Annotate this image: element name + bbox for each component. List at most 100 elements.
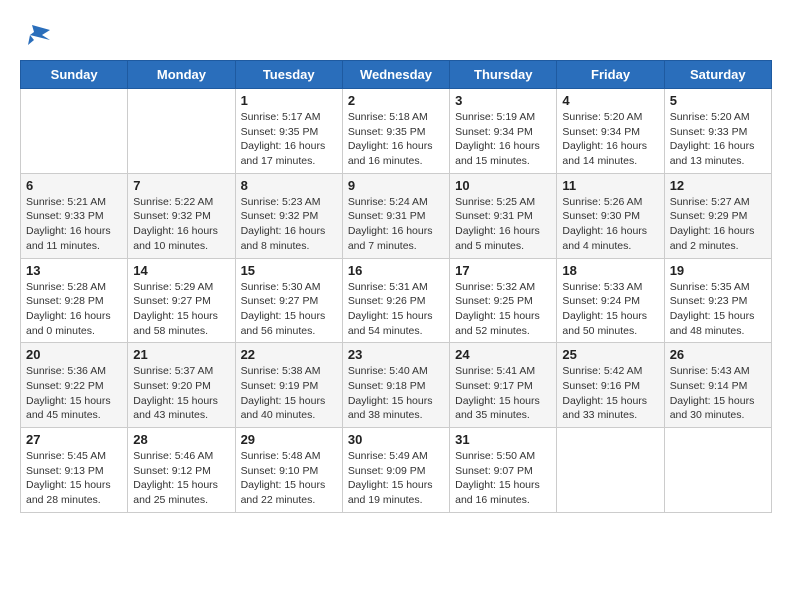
header-day-monday: Monday bbox=[128, 61, 235, 89]
day-number: 14 bbox=[133, 263, 229, 278]
day-info: Sunrise: 5:24 AM Sunset: 9:31 PM Dayligh… bbox=[348, 195, 444, 254]
day-number: 15 bbox=[241, 263, 337, 278]
day-info: Sunrise: 5:22 AM Sunset: 9:32 PM Dayligh… bbox=[133, 195, 229, 254]
calendar-cell: 15 Sunrise: 5:30 AM Sunset: 9:27 PM Dayli… bbox=[235, 258, 342, 343]
day-number: 1 bbox=[241, 93, 337, 108]
day-info: Sunrise: 5:33 AM Sunset: 9:24 PM Dayligh… bbox=[562, 280, 658, 339]
header bbox=[20, 20, 772, 50]
day-number: 30 bbox=[348, 432, 444, 447]
day-info: Sunrise: 5:17 AM Sunset: 9:35 PM Dayligh… bbox=[241, 110, 337, 169]
day-number: 17 bbox=[455, 263, 551, 278]
calendar-cell: 3Sunrise: 5:19 AM Sunset: 9:34 PM Daylig… bbox=[450, 89, 557, 174]
logo-bird-icon bbox=[22, 20, 52, 50]
calendar-cell: 24 Sunrise: 5:41 AM Sunset: 9:17 PM Dayli… bbox=[450, 343, 557, 428]
calendar-cell: 28 Sunrise: 5:46 AM Sunset: 9:12 PM Dayli… bbox=[128, 428, 235, 513]
day-number: 4 bbox=[562, 93, 658, 108]
calendar-cell: 16 Sunrise: 5:31 AM Sunset: 9:26 PM Dayli… bbox=[342, 258, 449, 343]
day-info: Sunrise: 5:36 AM Sunset: 9:22 PM Dayligh… bbox=[26, 364, 122, 423]
header-day-thursday: Thursday bbox=[450, 61, 557, 89]
header-day-saturday: Saturday bbox=[664, 61, 771, 89]
calendar-cell: 2 Sunrise: 5:18 AM Sunset: 9:35 PM Daylig… bbox=[342, 89, 449, 174]
day-number: 10 bbox=[455, 178, 551, 193]
calendar-cell: 21 Sunrise: 5:37 AM Sunset: 9:20 PM Dayli… bbox=[128, 343, 235, 428]
day-info: Sunrise: 5:26 AM Sunset: 9:30 PM Dayligh… bbox=[562, 195, 658, 254]
calendar-cell: 31 Sunrise: 5:50 AM Sunset: 9:07 PM Dayli… bbox=[450, 428, 557, 513]
day-number: 21 bbox=[133, 347, 229, 362]
day-info: Sunrise: 5:46 AM Sunset: 9:12 PM Dayligh… bbox=[133, 449, 229, 508]
logo bbox=[20, 20, 52, 50]
day-number: 18 bbox=[562, 263, 658, 278]
calendar-cell: 22 Sunrise: 5:38 AM Sunset: 9:19 PM Dayli… bbox=[235, 343, 342, 428]
calendar-cell: 5 Sunrise: 5:20 AM Sunset: 9:33 PM Daylig… bbox=[664, 89, 771, 174]
calendar-cell bbox=[21, 89, 128, 174]
calendar-cell: 4 Sunrise: 5:20 AM Sunset: 9:34 PM Daylig… bbox=[557, 89, 664, 174]
calendar-cell: 12 Sunrise: 5:27 AM Sunset: 9:29 PM Dayli… bbox=[664, 173, 771, 258]
day-number: 27 bbox=[26, 432, 122, 447]
header-day-wednesday: Wednesday bbox=[342, 61, 449, 89]
calendar-cell: 13 Sunrise: 5:28 AM Sunset: 9:28 PM Dayli… bbox=[21, 258, 128, 343]
day-number: 23 bbox=[348, 347, 444, 362]
day-number: 2 bbox=[348, 93, 444, 108]
day-info: Sunrise: 5:50 AM Sunset: 9:07 PM Dayligh… bbox=[455, 449, 551, 508]
day-info: Sunrise: 5:20 AM Sunset: 9:34 PM Dayligh… bbox=[562, 110, 658, 169]
day-number: 26 bbox=[670, 347, 766, 362]
day-number: 24 bbox=[455, 347, 551, 362]
day-info: Sunrise: 5:42 AM Sunset: 9:16 PM Dayligh… bbox=[562, 364, 658, 423]
header-day-tuesday: Tuesday bbox=[235, 61, 342, 89]
calendar-cell bbox=[128, 89, 235, 174]
day-info: Sunrise: 5:19 AM Sunset: 9:34 PM Dayligh… bbox=[455, 110, 551, 169]
day-number: 29 bbox=[241, 432, 337, 447]
day-info: Sunrise: 5:49 AM Sunset: 9:09 PM Dayligh… bbox=[348, 449, 444, 508]
day-info: Sunrise: 5:48 AM Sunset: 9:10 PM Dayligh… bbox=[241, 449, 337, 508]
day-number: 22 bbox=[241, 347, 337, 362]
day-info: Sunrise: 5:38 AM Sunset: 9:19 PM Dayligh… bbox=[241, 364, 337, 423]
calendar-cell: 18 Sunrise: 5:33 AM Sunset: 9:24 PM Dayli… bbox=[557, 258, 664, 343]
calendar-cell: 7 Sunrise: 5:22 AM Sunset: 9:32 PM Daylig… bbox=[128, 173, 235, 258]
calendar-cell: 14Sunrise: 5:29 AM Sunset: 9:27 PM Dayli… bbox=[128, 258, 235, 343]
calendar-cell: 10 Sunrise: 5:25 AM Sunset: 9:31 PM Dayli… bbox=[450, 173, 557, 258]
calendar-cell: 1 Sunrise: 5:17 AM Sunset: 9:35 PM Daylig… bbox=[235, 89, 342, 174]
day-info: Sunrise: 5:30 AM Sunset: 9:27 PM Dayligh… bbox=[241, 280, 337, 339]
calendar-cell: 30 Sunrise: 5:49 AM Sunset: 9:09 PM Dayli… bbox=[342, 428, 449, 513]
calendar-cell: 20Sunrise: 5:36 AM Sunset: 9:22 PM Dayli… bbox=[21, 343, 128, 428]
day-number: 5 bbox=[670, 93, 766, 108]
day-info: Sunrise: 5:37 AM Sunset: 9:20 PM Dayligh… bbox=[133, 364, 229, 423]
day-number: 13 bbox=[26, 263, 122, 278]
day-number: 25 bbox=[562, 347, 658, 362]
calendar-cell: 23 Sunrise: 5:40 AM Sunset: 9:18 PM Dayli… bbox=[342, 343, 449, 428]
day-number: 6 bbox=[26, 178, 122, 193]
day-number: 9 bbox=[348, 178, 444, 193]
calendar-cell: 17 Sunrise: 5:32 AM Sunset: 9:25 PM Dayli… bbox=[450, 258, 557, 343]
day-info: Sunrise: 5:40 AM Sunset: 9:18 PM Dayligh… bbox=[348, 364, 444, 423]
day-info: Sunrise: 5:43 AM Sunset: 9:14 PM Dayligh… bbox=[670, 364, 766, 423]
day-info: Sunrise: 5:32 AM Sunset: 9:25 PM Dayligh… bbox=[455, 280, 551, 339]
calendar-cell bbox=[664, 428, 771, 513]
day-info: Sunrise: 5:23 AM Sunset: 9:32 PM Dayligh… bbox=[241, 195, 337, 254]
day-info: Sunrise: 5:31 AM Sunset: 9:26 PM Dayligh… bbox=[348, 280, 444, 339]
day-info: Sunrise: 5:41 AM Sunset: 9:17 PM Dayligh… bbox=[455, 364, 551, 423]
day-number: 11 bbox=[562, 178, 658, 193]
day-info: Sunrise: 5:45 AM Sunset: 9:13 PM Dayligh… bbox=[26, 449, 122, 508]
calendar-cell: 29 Sunrise: 5:48 AM Sunset: 9:10 PM Dayli… bbox=[235, 428, 342, 513]
calendar-table: SundayMondayTuesdayWednesdayThursdayFrid… bbox=[20, 60, 772, 513]
day-number: 28 bbox=[133, 432, 229, 447]
day-info: Sunrise: 5:35 AM Sunset: 9:23 PM Dayligh… bbox=[670, 280, 766, 339]
day-info: Sunrise: 5:20 AM Sunset: 9:33 PM Dayligh… bbox=[670, 110, 766, 169]
day-number: 8 bbox=[241, 178, 337, 193]
calendar-cell: 9 Sunrise: 5:24 AM Sunset: 9:31 PM Daylig… bbox=[342, 173, 449, 258]
header-day-friday: Friday bbox=[557, 61, 664, 89]
day-info: Sunrise: 5:25 AM Sunset: 9:31 PM Dayligh… bbox=[455, 195, 551, 254]
day-info: Sunrise: 5:21 AM Sunset: 9:33 PM Dayligh… bbox=[26, 195, 122, 254]
day-info: Sunrise: 5:18 AM Sunset: 9:35 PM Dayligh… bbox=[348, 110, 444, 169]
day-info: Sunrise: 5:28 AM Sunset: 9:28 PM Dayligh… bbox=[26, 280, 122, 339]
calendar-cell: 19Sunrise: 5:35 AM Sunset: 9:23 PM Dayli… bbox=[664, 258, 771, 343]
header-day-sunday: Sunday bbox=[21, 61, 128, 89]
day-number: 31 bbox=[455, 432, 551, 447]
calendar-cell: 26 Sunrise: 5:43 AM Sunset: 9:14 PM Dayli… bbox=[664, 343, 771, 428]
day-number: 16 bbox=[348, 263, 444, 278]
day-info: Sunrise: 5:27 AM Sunset: 9:29 PM Dayligh… bbox=[670, 195, 766, 254]
calendar-cell: 27 Sunrise: 5:45 AM Sunset: 9:13 PM Dayli… bbox=[21, 428, 128, 513]
calendar-cell: 25 Sunrise: 5:42 AM Sunset: 9:16 PM Dayli… bbox=[557, 343, 664, 428]
day-number: 7 bbox=[133, 178, 229, 193]
day-number: 12 bbox=[670, 178, 766, 193]
